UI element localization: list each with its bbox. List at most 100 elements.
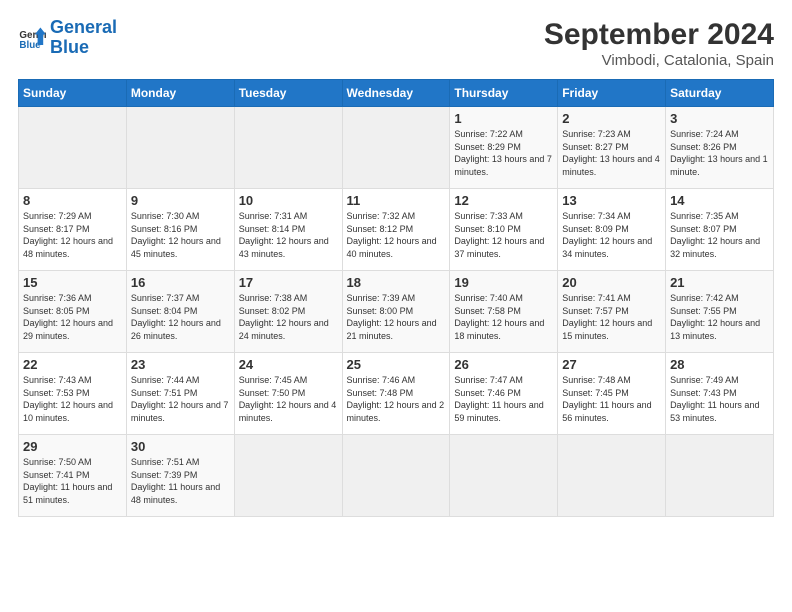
day-detail: Sunrise: 7:50 AMSunset: 7:41 PMDaylight:… xyxy=(23,457,112,505)
col-header-monday: Monday xyxy=(126,80,234,107)
week-row-3: 15 Sunrise: 7:36 AMSunset: 8:05 PMDaylig… xyxy=(19,271,774,353)
empty-cell xyxy=(558,435,666,517)
col-header-friday: Friday xyxy=(558,80,666,107)
day-number: 1 xyxy=(454,111,553,126)
day-detail: Sunrise: 7:30 AMSunset: 8:16 PMDaylight:… xyxy=(131,211,221,259)
day-detail: Sunrise: 7:37 AMSunset: 8:04 PMDaylight:… xyxy=(131,293,221,341)
location: Vimbodi, Catalonia, Spain xyxy=(544,52,774,69)
day-cell-25: 25 Sunrise: 7:46 AMSunset: 7:48 PMDaylig… xyxy=(342,353,450,435)
day-number: 2 xyxy=(562,111,661,126)
day-detail: Sunrise: 7:36 AMSunset: 8:05 PMDaylight:… xyxy=(23,293,113,341)
day-detail: Sunrise: 7:42 AMSunset: 7:55 PMDaylight:… xyxy=(670,293,760,341)
day-detail: Sunrise: 7:35 AMSunset: 8:07 PMDaylight:… xyxy=(670,211,760,259)
day-detail: Sunrise: 7:23 AMSunset: 8:27 PMDaylight:… xyxy=(562,129,660,177)
day-number: 11 xyxy=(347,193,446,208)
day-detail: Sunrise: 7:40 AMSunset: 7:58 PMDaylight:… xyxy=(454,293,544,341)
day-cell-13: 13 Sunrise: 7:34 AMSunset: 8:09 PMDaylig… xyxy=(558,189,666,271)
day-number: 22 xyxy=(23,357,122,372)
logo-blue: Blue xyxy=(50,37,89,57)
day-number: 27 xyxy=(562,357,661,372)
day-detail: Sunrise: 7:22 AMSunset: 8:29 PMDaylight:… xyxy=(454,129,552,177)
day-cell-24: 24 Sunrise: 7:45 AMSunset: 7:50 PMDaylig… xyxy=(234,353,342,435)
col-header-saturday: Saturday xyxy=(666,80,774,107)
day-cell-3: 3 Sunrise: 7:24 AMSunset: 8:26 PMDayligh… xyxy=(666,107,774,189)
week-row-5: 29 Sunrise: 7:50 AMSunset: 7:41 PMDaylig… xyxy=(19,435,774,517)
day-cell-16: 16 Sunrise: 7:37 AMSunset: 8:04 PMDaylig… xyxy=(126,271,234,353)
day-cell-18: 18 Sunrise: 7:39 AMSunset: 8:00 PMDaylig… xyxy=(342,271,450,353)
day-number: 20 xyxy=(562,275,661,290)
day-cell-17: 17 Sunrise: 7:38 AMSunset: 8:02 PMDaylig… xyxy=(234,271,342,353)
logo-text: General Blue xyxy=(50,18,117,58)
header-row: SundayMondayTuesdayWednesdayThursdayFrid… xyxy=(19,80,774,107)
day-cell-30: 30 Sunrise: 7:51 AMSunset: 7:39 PMDaylig… xyxy=(126,435,234,517)
day-cell-11: 11 Sunrise: 7:32 AMSunset: 8:12 PMDaylig… xyxy=(342,189,450,271)
day-number: 14 xyxy=(670,193,769,208)
logo-general: General xyxy=(50,17,117,37)
day-number: 18 xyxy=(347,275,446,290)
day-cell-10: 10 Sunrise: 7:31 AMSunset: 8:14 PMDaylig… xyxy=(234,189,342,271)
day-detail: Sunrise: 7:44 AMSunset: 7:51 PMDaylight:… xyxy=(131,375,229,423)
day-number: 8 xyxy=(23,193,122,208)
day-detail: Sunrise: 7:43 AMSunset: 7:53 PMDaylight:… xyxy=(23,375,113,423)
day-number: 23 xyxy=(131,357,230,372)
day-number: 28 xyxy=(670,357,769,372)
day-cell-29: 29 Sunrise: 7:50 AMSunset: 7:41 PMDaylig… xyxy=(19,435,127,517)
day-detail: Sunrise: 7:24 AMSunset: 8:26 PMDaylight:… xyxy=(670,129,768,177)
day-detail: Sunrise: 7:29 AMSunset: 8:17 PMDaylight:… xyxy=(23,211,113,259)
empty-cell xyxy=(126,107,234,189)
col-header-wednesday: Wednesday xyxy=(342,80,450,107)
day-number: 30 xyxy=(131,439,230,454)
day-detail: Sunrise: 7:47 AMSunset: 7:46 PMDaylight:… xyxy=(454,375,543,423)
day-detail: Sunrise: 7:32 AMSunset: 8:12 PMDaylight:… xyxy=(347,211,437,259)
day-cell-1: 1 Sunrise: 7:22 AMSunset: 8:29 PMDayligh… xyxy=(450,107,558,189)
day-cell-28: 28 Sunrise: 7:49 AMSunset: 7:43 PMDaylig… xyxy=(666,353,774,435)
week-row-2: 8 Sunrise: 7:29 AMSunset: 8:17 PMDayligh… xyxy=(19,189,774,271)
day-number: 12 xyxy=(454,193,553,208)
day-detail: Sunrise: 7:41 AMSunset: 7:57 PMDaylight:… xyxy=(562,293,652,341)
day-number: 16 xyxy=(131,275,230,290)
empty-cell xyxy=(234,435,342,517)
empty-cell xyxy=(342,435,450,517)
day-cell-20: 20 Sunrise: 7:41 AMSunset: 7:57 PMDaylig… xyxy=(558,271,666,353)
day-number: 21 xyxy=(670,275,769,290)
day-cell-12: 12 Sunrise: 7:33 AMSunset: 8:10 PMDaylig… xyxy=(450,189,558,271)
day-detail: Sunrise: 7:51 AMSunset: 7:39 PMDaylight:… xyxy=(131,457,220,505)
day-detail: Sunrise: 7:33 AMSunset: 8:10 PMDaylight:… xyxy=(454,211,544,259)
day-number: 19 xyxy=(454,275,553,290)
empty-cell xyxy=(234,107,342,189)
day-cell-14: 14 Sunrise: 7:35 AMSunset: 8:07 PMDaylig… xyxy=(666,189,774,271)
day-cell-21: 21 Sunrise: 7:42 AMSunset: 7:55 PMDaylig… xyxy=(666,271,774,353)
title-block: September 2024 Vimbodi, Catalonia, Spain xyxy=(544,18,774,69)
day-number: 13 xyxy=(562,193,661,208)
page: General Blue General Blue September 2024… xyxy=(0,0,792,612)
day-detail: Sunrise: 7:45 AMSunset: 7:50 PMDaylight:… xyxy=(239,375,337,423)
calendar-table: SundayMondayTuesdayWednesdayThursdayFrid… xyxy=(18,79,774,517)
day-detail: Sunrise: 7:38 AMSunset: 8:02 PMDaylight:… xyxy=(239,293,329,341)
empty-cell xyxy=(666,435,774,517)
day-cell-8: 8 Sunrise: 7:29 AMSunset: 8:17 PMDayligh… xyxy=(19,189,127,271)
day-detail: Sunrise: 7:39 AMSunset: 8:00 PMDaylight:… xyxy=(347,293,437,341)
day-detail: Sunrise: 7:48 AMSunset: 7:45 PMDaylight:… xyxy=(562,375,651,423)
empty-cell xyxy=(19,107,127,189)
empty-cell xyxy=(450,435,558,517)
logo: General Blue General Blue xyxy=(18,18,117,58)
day-number: 15 xyxy=(23,275,122,290)
day-cell-19: 19 Sunrise: 7:40 AMSunset: 7:58 PMDaylig… xyxy=(450,271,558,353)
day-cell-26: 26 Sunrise: 7:47 AMSunset: 7:46 PMDaylig… xyxy=(450,353,558,435)
day-number: 24 xyxy=(239,357,338,372)
logo-icon: General Blue xyxy=(18,24,46,52)
day-cell-2: 2 Sunrise: 7:23 AMSunset: 8:27 PMDayligh… xyxy=(558,107,666,189)
day-detail: Sunrise: 7:46 AMSunset: 7:48 PMDaylight:… xyxy=(347,375,445,423)
day-cell-9: 9 Sunrise: 7:30 AMSunset: 8:16 PMDayligh… xyxy=(126,189,234,271)
day-detail: Sunrise: 7:34 AMSunset: 8:09 PMDaylight:… xyxy=(562,211,652,259)
col-header-thursday: Thursday xyxy=(450,80,558,107)
day-cell-15: 15 Sunrise: 7:36 AMSunset: 8:05 PMDaylig… xyxy=(19,271,127,353)
col-header-tuesday: Tuesday xyxy=(234,80,342,107)
day-number: 17 xyxy=(239,275,338,290)
empty-cell xyxy=(342,107,450,189)
month-title: September 2024 xyxy=(544,18,774,52)
header: General Blue General Blue September 2024… xyxy=(18,18,774,69)
day-number: 9 xyxy=(131,193,230,208)
col-header-sunday: Sunday xyxy=(19,80,127,107)
week-row-1: 1 Sunrise: 7:22 AMSunset: 8:29 PMDayligh… xyxy=(19,107,774,189)
